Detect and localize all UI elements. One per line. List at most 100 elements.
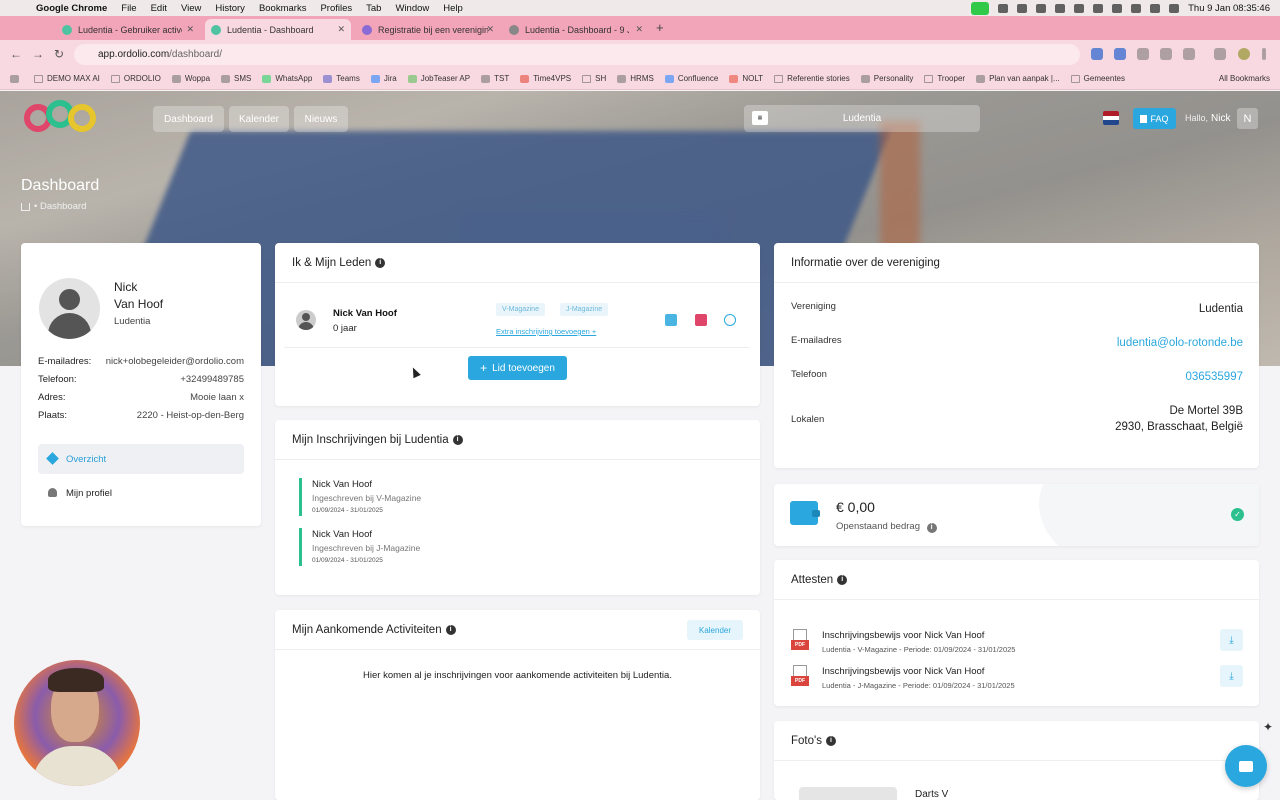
gear-icon[interactable] <box>998 3 1009 13</box>
bookmark-item[interactable]: ORDOLIO <box>110 74 161 83</box>
reload-icon[interactable]: ↻ <box>54 47 64 61</box>
bookmark-item[interactable]: DEMO MAX AI <box>34 74 100 83</box>
sidepanel-icon[interactable] <box>1214 48 1226 60</box>
bookmark-item[interactable]: HRMS <box>617 74 654 83</box>
close-icon[interactable]: ✕ <box>635 24 643 35</box>
info-icon[interactable]: i <box>375 257 386 268</box>
menu-view[interactable]: View <box>181 3 201 14</box>
profile-avatar[interactable] <box>1238 48 1250 60</box>
tab-dashboard[interactable]: Ludentia - Dashboard ✕ <box>205 19 351 40</box>
bookmark-item[interactable]: Referentie stories <box>774 74 850 83</box>
nav-dashboard[interactable]: Dashboard <box>153 106 224 132</box>
all-bookmarks[interactable]: All Bookmarks <box>1219 74 1270 83</box>
apps-grid-icon[interactable] <box>10 74 23 83</box>
tab-dashboard-9jan[interactable]: Ludentia - Dashboard - 9 Jan ✕ <box>503 19 649 40</box>
bookmark-item[interactable]: Gemeentes <box>1070 74 1125 83</box>
close-icon[interactable]: ✕ <box>486 24 494 35</box>
download-icon[interactable]: ⤓ <box>1220 665 1243 687</box>
association-email-link[interactable]: ludentia@olo-rotonde.be <box>1117 335 1243 351</box>
menu-tab[interactable]: Tab <box>366 3 381 14</box>
language-flag-nl-icon[interactable] <box>1103 111 1119 125</box>
bookmark-item[interactable]: SH <box>582 74 606 83</box>
bookmark-item[interactable]: Jira <box>370 74 397 83</box>
chat-support-button[interactable] <box>1225 745 1267 787</box>
profile-name: Nick Van Hoof <box>114 279 163 313</box>
close-icon[interactable]: ✕ <box>337 24 345 35</box>
bookmark-item[interactable]: Plan van aanpak |... <box>976 74 1060 83</box>
menu-edit[interactable]: Edit <box>151 3 167 14</box>
info-icon[interactable]: i <box>825 735 836 746</box>
bookmark-item[interactable]: Woppa <box>171 74 210 83</box>
wifi-icon[interactable] <box>1150 3 1161 13</box>
add-member-button[interactable]: + Lid toevoegen <box>468 356 567 380</box>
medical-file-icon[interactable] <box>695 314 707 326</box>
apple-icon[interactable] <box>12 2 26 14</box>
tab-registratie[interactable]: Registratie bij een vereniging ✕ <box>356 19 500 40</box>
bookmark-item[interactable]: Trooper <box>924 74 965 83</box>
bookmark-item[interactable]: JobTeaser AP <box>407 74 470 83</box>
ordolio-logo[interactable] <box>24 100 124 140</box>
faq-button[interactable]: FAQ <box>1133 108 1176 129</box>
extension-icon[interactable] <box>1017 3 1028 13</box>
extension-icon[interactable] <box>1114 48 1126 60</box>
bookmark-item[interactable]: WhatsApp <box>262 74 312 83</box>
menu-bookmarks[interactable]: Bookmarks <box>259 3 307 14</box>
brightness-icon[interactable] <box>1036 3 1047 13</box>
extension-icon[interactable] <box>1160 48 1172 60</box>
sidebar-item-overzicht[interactable]: Overzicht <box>38 444 244 474</box>
bookmark-item[interactable]: Confluence <box>664 74 718 83</box>
menu-history[interactable]: History <box>215 3 245 14</box>
edit-member-icon[interactable] <box>665 314 677 326</box>
user-avatar[interactable]: N <box>1237 108 1258 129</box>
battery-icon[interactable] <box>1131 3 1142 13</box>
info-icon[interactable]: i <box>452 434 463 445</box>
tab-gebruiker-activeren[interactable]: Ludentia - Gebruiker activeren ✕ <box>56 19 200 40</box>
manage-user-icon[interactable] <box>724 314 736 326</box>
organization-selector[interactable]: ▦ Ludentia <box>744 105 980 132</box>
bookmark-item[interactable]: TST <box>481 74 509 83</box>
bookmark-item[interactable]: Teams <box>323 74 360 83</box>
menu-profiles[interactable]: Profiles <box>320 3 352 14</box>
profile-address: Mooie laan x <box>190 392 244 403</box>
cloud-icon[interactable] <box>1074 3 1085 13</box>
new-tab-icon[interactable]: + <box>656 20 664 35</box>
info-icon[interactable]: i <box>837 574 848 585</box>
facetime-icon[interactable] <box>971 1 990 15</box>
label: E-mailadres: <box>38 356 92 367</box>
download-icon[interactable]: ⤓ <box>1220 629 1243 651</box>
search-icon[interactable] <box>1169 3 1180 13</box>
calendar-button[interactable]: Kalender <box>687 620 743 640</box>
info-icon[interactable]: i <box>445 624 456 635</box>
menu-window[interactable]: Window <box>395 3 429 14</box>
album-thumbnail[interactable] <box>799 787 897 800</box>
bookmark-item[interactable]: NOLT <box>729 74 763 83</box>
certificate-title: Inschrijvingsbewijs voor Nick Van Hoof <box>822 630 985 641</box>
back-icon[interactable]: ← <box>10 47 22 61</box>
clock[interactable]: Thu 9 Jan 08:35:46 <box>1188 3 1270 14</box>
bookmark-item[interactable]: SMS <box>221 74 251 83</box>
nav-nieuws[interactable]: Nieuws <box>294 106 348 132</box>
nav-kalender[interactable]: Kalender <box>229 106 289 132</box>
menu-file[interactable]: File <box>121 3 136 14</box>
extension-icon[interactable] <box>1091 48 1103 60</box>
close-icon[interactable]: ✕ <box>186 24 194 35</box>
bookmark-item[interactable]: Personality <box>860 74 913 83</box>
bluetooth-icon[interactable] <box>1112 3 1123 13</box>
album-name[interactable]: Darts V <box>915 789 948 800</box>
info-icon[interactable]: i <box>926 523 937 533</box>
bookmark-item[interactable]: Time4VPS <box>520 74 571 83</box>
puzzle-icon[interactable] <box>1183 48 1195 60</box>
home-icon[interactable] <box>21 202 30 211</box>
sparkle-icon[interactable]: ✦ <box>1263 720 1273 734</box>
association-phone-link[interactable]: 036535997 <box>1185 369 1243 385</box>
kebab-menu-icon[interactable] <box>1262 48 1266 60</box>
dropbox-icon[interactable] <box>1055 3 1066 13</box>
sidebar-item-mijn-profiel[interactable]: Mijn profiel <box>38 478 244 508</box>
address-bar[interactable]: app.ordolio.com/dashboard/ <box>74 44 1080 65</box>
menu-app-name[interactable]: Google Chrome <box>36 3 107 14</box>
forward-icon[interactable]: → <box>32 47 44 61</box>
extra-registration-link[interactable]: Extra inschrijving toevoegen + <box>496 327 596 336</box>
menu-help[interactable]: Help <box>443 3 463 14</box>
extension-icon[interactable] <box>1137 48 1149 60</box>
volume-icon[interactable] <box>1093 3 1104 13</box>
